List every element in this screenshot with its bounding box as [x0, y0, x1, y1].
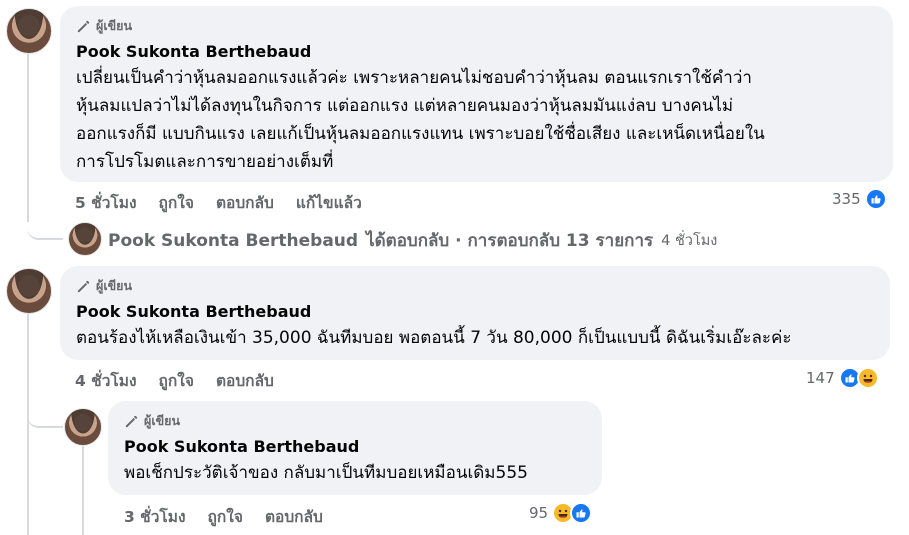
- reply-summary-text: ได้ตอบกลับ · การตอบกลับ 13 รายการ: [366, 231, 654, 251]
- reaction-summary[interactable]: 95: [529, 502, 593, 524]
- author-badge: ผู้เขียน: [124, 411, 180, 431]
- thread-line: [27, 52, 29, 222]
- view-replies-link[interactable]: Pook Sukonta Berthebaud ได้ตอบกลับ · การ…: [108, 227, 717, 254]
- reply-summary-name: Pook Sukonta Berthebaud: [108, 230, 359, 251]
- thread-connector: [27, 212, 63, 240]
- reply-bubble: ผู้เขียน Pook Sukonta Berthebaud พอเช็กป…: [108, 401, 602, 495]
- pencil-icon: [125, 415, 138, 427]
- badge-label: ผู้เขียน: [96, 18, 133, 33]
- comment-time[interactable]: 3 ชั่วโมง: [124, 504, 186, 529]
- reply-button[interactable]: ตอบกลับ: [216, 368, 274, 393]
- reaction-summary[interactable]: 335: [832, 188, 887, 210]
- badge-label: ผู้เขียน: [96, 278, 133, 293]
- like-button[interactable]: ถูกใจ: [159, 368, 194, 393]
- comment-text: พอเช็กประวัติเจ้าของ กลับมาเป็นทีมบอยเหม…: [124, 463, 528, 483]
- reply-button[interactable]: ตอบกลับ: [265, 504, 323, 529]
- author-badge: ผู้เขียน: [76, 16, 132, 36]
- comment-actions: 3 ชั่วโมง ถูกใจ ตอบกลับ: [124, 504, 323, 529]
- avatar[interactable]: [6, 8, 52, 54]
- avatar[interactable]: [6, 268, 52, 314]
- reply-summary-time: 4 ชั่วโมง: [661, 233, 718, 249]
- like-icon: [864, 188, 887, 210]
- author-badge: ผู้เขียน: [76, 276, 132, 296]
- like-button[interactable]: ถูกใจ: [208, 504, 243, 529]
- reaction-summary[interactable]: 147: [806, 367, 879, 389]
- like-icon: [570, 502, 593, 524]
- pencil-icon: [77, 20, 90, 32]
- comment-bubble: ผู้เขียน Pook Sukonta Berthebaud ตอนร้อง…: [60, 266, 890, 360]
- badge-label: ผู้เขียน: [144, 413, 181, 428]
- haha-icon: [856, 367, 879, 389]
- like-button[interactable]: ถูกใจ: [159, 190, 194, 215]
- reply-avatar[interactable]: [68, 222, 102, 256]
- avatar[interactable]: [64, 408, 102, 446]
- edited-label: แก้ไขแล้ว: [295, 194, 362, 212]
- comment-text: เปลี่ยนเป็นคำว่าหุ้นลมออกแรงแล้วค่ะ เพรา…: [76, 68, 765, 172]
- comment-author[interactable]: Pook Sukonta Berthebaud: [76, 302, 311, 322]
- comment-time[interactable]: 5 ชั่วโมง: [75, 190, 137, 215]
- reaction-count: 335: [832, 190, 861, 208]
- reaction-count: 95: [529, 504, 549, 522]
- thread-line: [82, 445, 84, 535]
- comment-author[interactable]: Pook Sukonta Berthebaud: [124, 437, 359, 457]
- comment-bubble: ผู้เขียน Pook Sukonta Berthebaud เปลี่ยน…: [60, 6, 893, 182]
- reply-button[interactable]: ตอบกลับ: [216, 190, 274, 215]
- comment-time[interactable]: 4 ชั่วโมง: [75, 368, 137, 393]
- comment-actions: 5 ชั่วโมง ถูกใจ ตอบกลับ แก้ไขแล้ว: [75, 190, 362, 215]
- thread-connector: [27, 400, 63, 428]
- comment-actions: 4 ชั่วโมง ถูกใจ ตอบกลับ: [75, 368, 274, 393]
- reaction-count: 147: [806, 369, 835, 387]
- pencil-icon: [77, 280, 90, 292]
- comment-author[interactable]: Pook Sukonta Berthebaud: [76, 42, 311, 62]
- comment-text: ตอนร้องไห้เหลือเงินเข้า 35,000 ฉันทีมบอย…: [76, 328, 792, 348]
